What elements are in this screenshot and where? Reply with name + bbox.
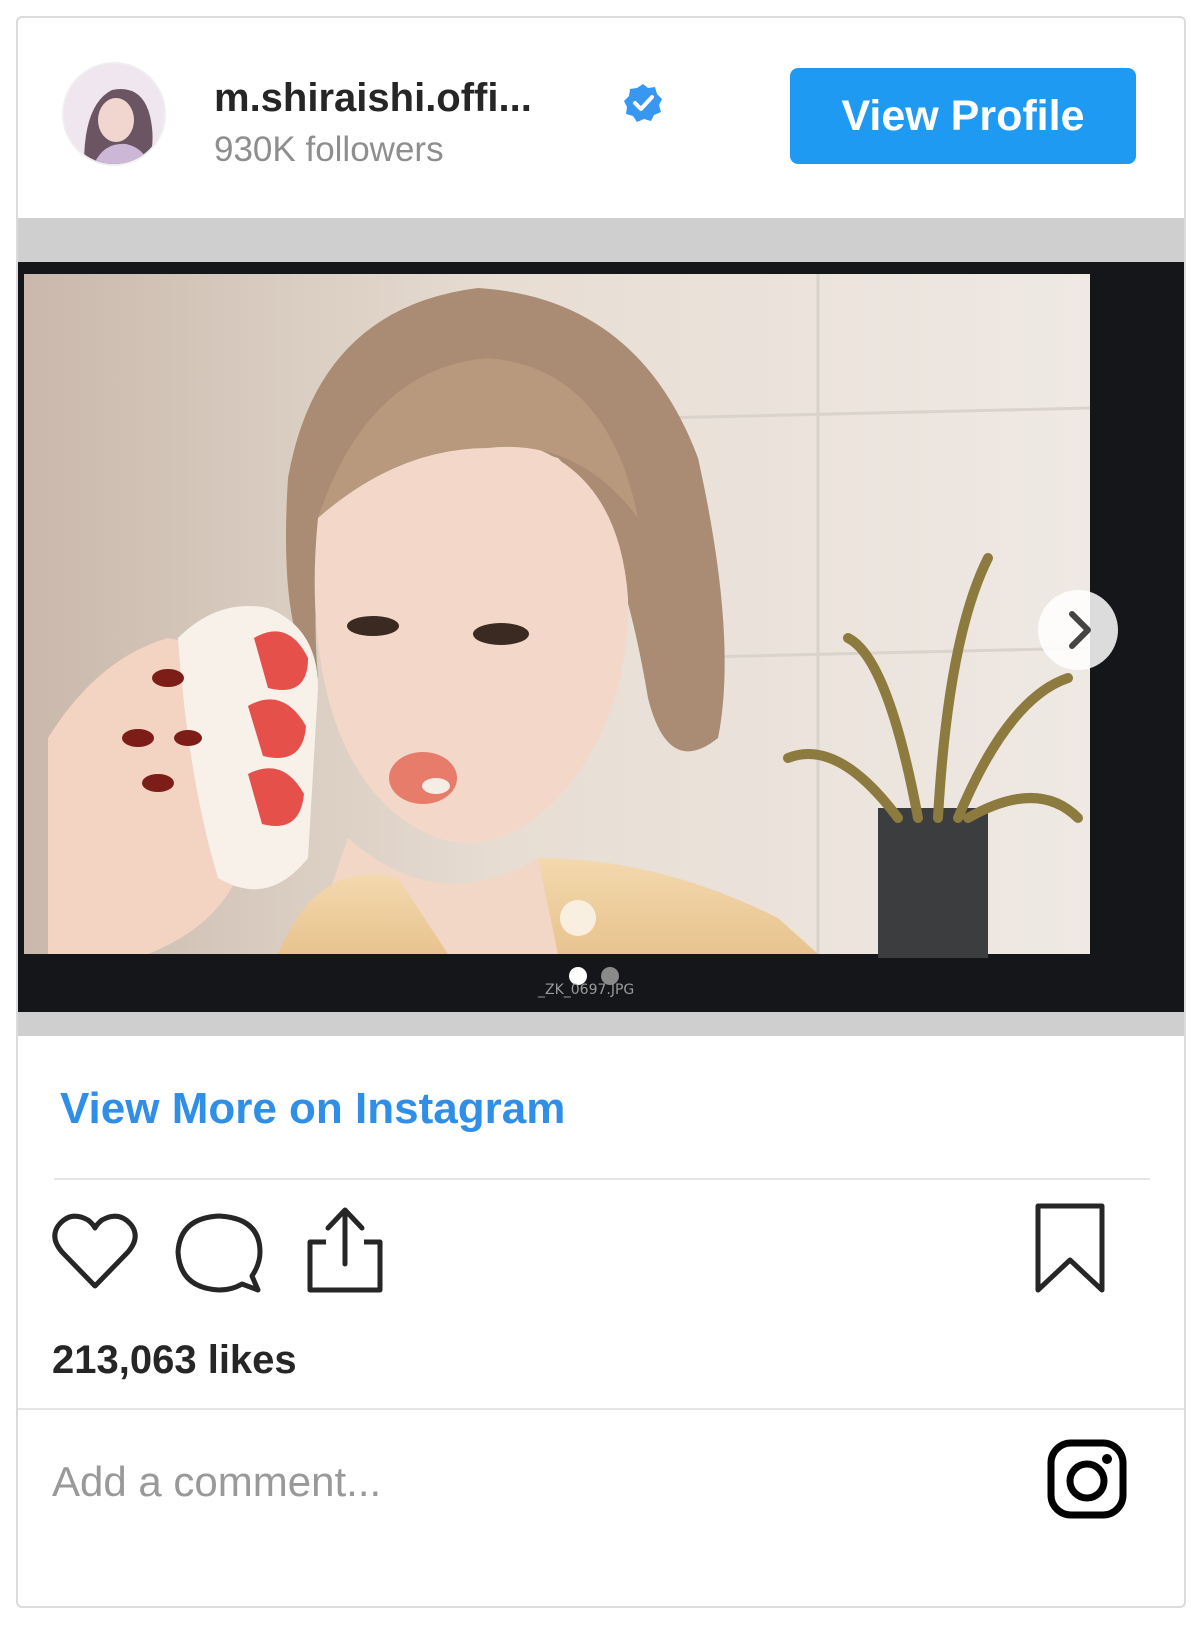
- divider: [18, 1408, 1184, 1410]
- post-photo: _ZK_0697.JPG: [18, 218, 1184, 1036]
- username[interactable]: m.shiraishi.offi...: [214, 76, 532, 121]
- comment-icon[interactable]: [174, 1210, 264, 1296]
- like-count: 213,063 likes: [52, 1338, 297, 1382]
- instagram-logo-icon[interactable]: [1046, 1438, 1128, 1520]
- follower-count: 930K followers: [214, 130, 444, 169]
- carousel-next-button[interactable]: [1038, 590, 1118, 670]
- verified-badge-icon: [622, 82, 664, 124]
- post-media[interactable]: _ZK_0697.JPG: [18, 218, 1184, 1036]
- post-header: m.shiraishi.offi... 930K followers View …: [18, 18, 1184, 214]
- instagram-embed-card: m.shiraishi.offi... 930K followers View …: [16, 16, 1186, 1608]
- heart-icon[interactable]: [50, 1210, 140, 1294]
- bookmark-icon[interactable]: [1030, 1200, 1110, 1296]
- view-more-link[interactable]: View More on Instagram: [60, 1084, 565, 1134]
- share-icon[interactable]: [304, 1204, 386, 1296]
- profile-avatar[interactable]: [62, 62, 166, 166]
- image-filename: _ZK_0697.JPG: [537, 982, 634, 998]
- view-profile-button[interactable]: View Profile: [790, 68, 1136, 164]
- action-bar: [18, 1194, 1184, 1324]
- comment-input[interactable]: Add a comment...: [52, 1458, 381, 1506]
- divider: [54, 1178, 1150, 1180]
